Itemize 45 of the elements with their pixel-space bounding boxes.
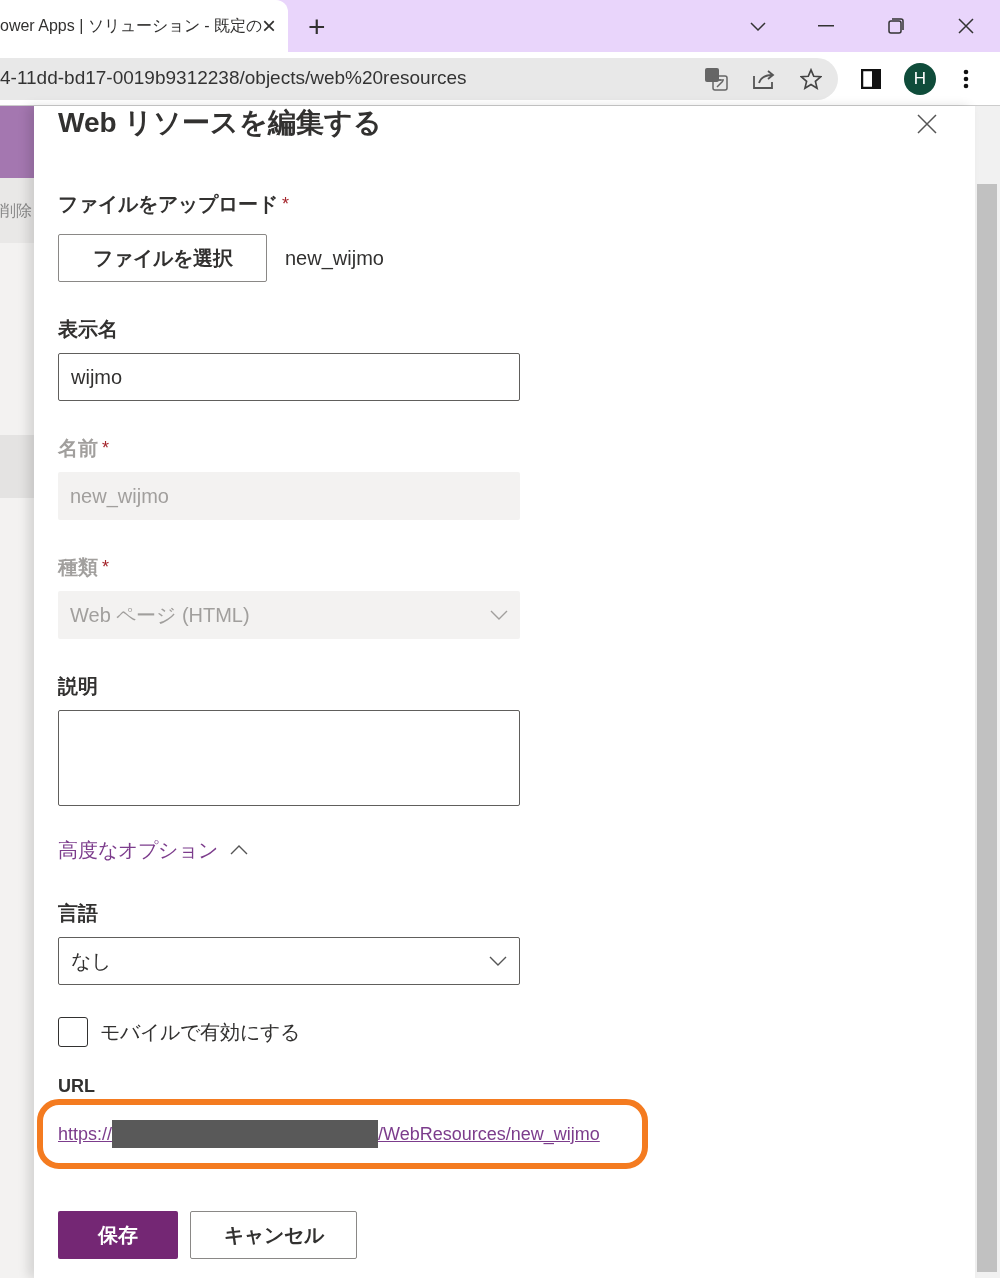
restore-icon[interactable] <box>888 18 904 34</box>
field-label: URL <box>58 1075 95 1097</box>
text-input[interactable]: wijmo <box>58 353 520 401</box>
close-icon[interactable] <box>958 18 974 34</box>
dropdown[interactable]: なし <box>58 937 520 985</box>
required-mark: * <box>102 436 109 460</box>
scrollbar-thumb[interactable] <box>977 184 997 1272</box>
field-label: 表示名 <box>58 317 118 342</box>
checkbox-label: モバイルで有効にする <box>100 1020 300 1045</box>
scrollbar[interactable] <box>975 106 1000 1278</box>
list-row <box>0 435 34 498</box>
header-bar <box>0 106 34 178</box>
checkbox[interactable] <box>58 1017 88 1047</box>
translate-icon[interactable] <box>704 66 728 91</box>
save-button[interactable]: 保存 <box>58 1211 178 1259</box>
required-mark: * <box>102 555 109 579</box>
file-name: new_wijmo <box>285 246 384 272</box>
chevron-down-icon <box>489 956 507 966</box>
url-link[interactable]: https:// /WebResources/new_wijmo <box>58 1120 600 1148</box>
star-icon[interactable] <box>800 67 822 90</box>
url-text: 4-11dd-bd17-0019b9312238/objects/web%20resources <box>0 66 467 91</box>
address-bar[interactable]: 4-11dd-bd17-0019b9312238/objects/web%20resources <box>0 57 838 100</box>
field-label: 名前 <box>58 436 98 461</box>
choose-file-button[interactable]: ファイルを選択 <box>58 234 267 282</box>
close-tab-button[interactable]: × <box>262 14 276 38</box>
advanced-options-toggle[interactable]: 高度なオプション <box>58 838 248 862</box>
panel-title: Web リソースを編集する <box>58 106 383 140</box>
chevron-down-icon <box>490 610 508 620</box>
tab-title: ower Apps | ソリューション - 既定の <box>0 16 262 36</box>
menu-icon[interactable] <box>963 68 969 89</box>
profile-avatar[interactable]: H <box>904 62 936 95</box>
side-panel-icon[interactable] <box>861 68 881 89</box>
field-label: ファイルをアップロード <box>58 192 278 217</box>
browser-tab[interactable]: ower Apps | ソリューション - 既定の× <box>0 0 288 52</box>
share-icon[interactable] <box>752 67 776 90</box>
field-label: 種類 <box>58 555 98 580</box>
text-area[interactable] <box>58 710 520 806</box>
field-label: 説明 <box>58 674 98 699</box>
minimize-icon[interactable] <box>818 25 834 27</box>
field-label: 言語 <box>58 901 98 926</box>
new-tab-button[interactable]: + <box>308 12 326 42</box>
dropdown-icon[interactable] <box>750 22 766 32</box>
close-icon[interactable] <box>917 114 937 134</box>
required-mark: * <box>282 192 289 216</box>
cancel-button[interactable]: キャンセル <box>190 1211 357 1259</box>
